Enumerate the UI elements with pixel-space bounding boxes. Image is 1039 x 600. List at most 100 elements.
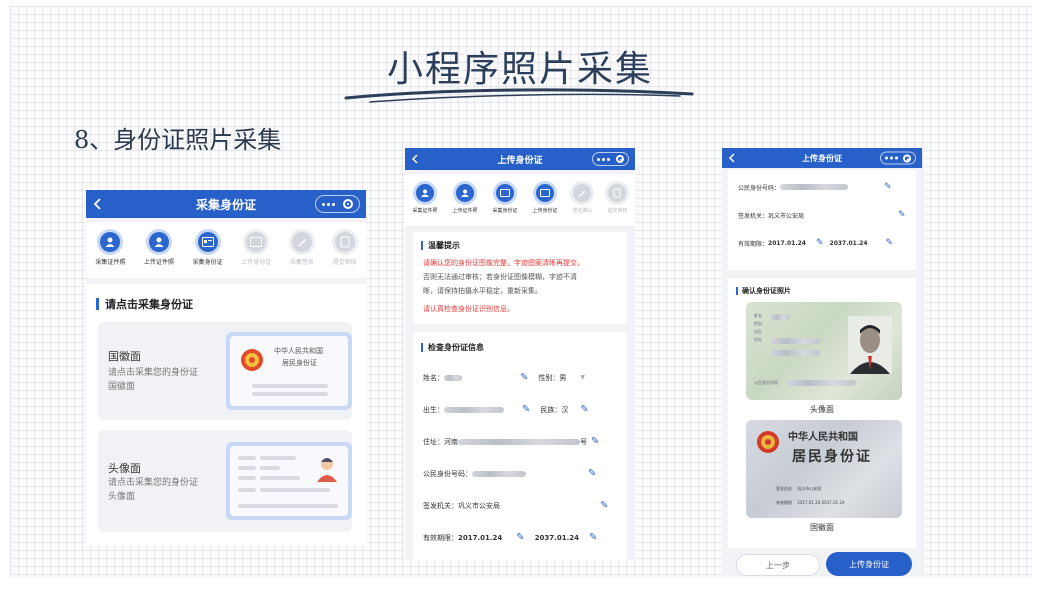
- back-type-text: 居民身份证: [792, 449, 872, 465]
- collect-section-card: 请点击采集身份证 国徽面 请点击采集您的身份证 国徽面 中华人民共和国 居民身份…: [86, 284, 366, 546]
- step-item: 提交审核: [607, 184, 628, 214]
- edit-icon[interactable]: ✎: [520, 372, 528, 383]
- back-caption: 国徽面: [810, 523, 834, 532]
- step-label: 上传证件照: [452, 208, 478, 214]
- progress-steps-card: 采集证件照 上传证件照 采集身份证 上传身份证 签名确认 提交审核: [405, 174, 635, 226]
- step-label: 提交审核: [332, 259, 357, 266]
- field-row-birth: 出生： ✎ 民族： 汉 ✎: [413, 404, 627, 415]
- edit-icon[interactable]: ✎: [884, 182, 892, 192]
- user-upload-icon: [455, 184, 474, 202]
- upload-emblem-card[interactable]: 国徽面 请点击采集您的身份证 国徽面 中华人民共和国 居民身份证: [98, 322, 352, 420]
- back-authority-row: 签发机关 巩义市公安局: [776, 486, 821, 492]
- nav-bar: 上传身份证: [405, 148, 635, 170]
- card-subtitle-line: 请点击采集您的身份证: [108, 368, 199, 378]
- close-target-icon: [343, 199, 353, 209]
- back-validity-value: 2017.01.24-2037.01.24: [797, 500, 845, 505]
- confirm-photos-card: 确认身份证照片 姓名 性别 出生 住址 公民身份号码 头像面 中华人民共和国 居…: [728, 278, 916, 548]
- menu-capsule[interactable]: [592, 152, 629, 166]
- front-label-name: 姓名: [754, 313, 762, 318]
- edit-icon[interactable]: ✎: [516, 532, 524, 543]
- step-label: 上传身份证: [532, 208, 558, 214]
- placeholder-line: [252, 384, 328, 388]
- phone-screen-upload-id: 上传身份证 采集证件照 上传证件照 采集身份证 上传身份证 签名确认 提交审核 …: [405, 148, 635, 560]
- back-button[interactable]: [92, 190, 102, 218]
- validity-label: 有效期限：: [423, 533, 458, 542]
- step-item: 采集证件照: [412, 184, 438, 214]
- placeholder-line: [252, 392, 328, 396]
- chevron-left-icon: [411, 154, 418, 164]
- step-label: 采集证件照: [95, 259, 126, 266]
- step-item: 采集身份证: [492, 184, 518, 214]
- back-validity-label: 有效期限: [776, 500, 792, 505]
- tips-title: 温馨提示: [421, 240, 460, 251]
- close-target-icon: [903, 154, 911, 162]
- address-end: 号: [580, 437, 587, 446]
- edit-icon[interactable]: ✎: [591, 436, 599, 447]
- edit-icon[interactable]: ✎: [816, 238, 824, 248]
- step-item: 上传证件照: [452, 184, 478, 214]
- confirm-title: 确认身份证照片: [736, 286, 791, 296]
- card-subtitle-line: 国徽面: [108, 382, 136, 392]
- menu-capsule[interactable]: [880, 151, 916, 165]
- more-icon: [597, 157, 610, 161]
- chevron-left-icon: [93, 198, 101, 210]
- edit-icon[interactable]: ✎: [589, 532, 597, 543]
- name-label: 姓名：: [423, 373, 444, 382]
- section-title: 请点击采集身份证: [96, 296, 193, 312]
- front-label-idnum: 公民身份号码: [754, 380, 778, 385]
- pen-icon: [573, 184, 592, 202]
- blurred-value: [444, 406, 504, 413]
- edit-icon[interactable]: ✎: [898, 210, 906, 220]
- edit-icon[interactable]: ✎: [600, 500, 608, 511]
- edit-icon[interactable]: ✎: [588, 468, 596, 479]
- prev-step-button[interactable]: 上一步: [736, 554, 820, 576]
- field-row-validity: 有效期限： 2017.01.24 ✎ 2037.01.24 ✎: [728, 238, 916, 248]
- edit-icon[interactable]: ✎: [886, 238, 894, 248]
- emblem-side-placeholder: 中华人民共和国 居民身份证: [226, 332, 352, 410]
- authority-value: 巩义市公安局: [768, 212, 805, 220]
- tips-line: 晰，请保持拍摄水平稳定，重新采集。: [423, 287, 542, 295]
- id-card-icon: [197, 232, 218, 252]
- document-icon: [608, 184, 627, 202]
- tips-check-line: 请认真检查身份证识别信息。: [423, 305, 514, 313]
- edit-icon[interactable]: ✎: [580, 404, 588, 415]
- section-bar: [421, 343, 423, 352]
- national-emblem-icon: [757, 431, 779, 453]
- step-label: 采集签名: [289, 259, 314, 266]
- back-button[interactable]: [411, 148, 419, 170]
- address-value: 河南: [444, 437, 458, 446]
- id-upload-icon: [246, 232, 267, 252]
- step-label: 提交审核: [607, 208, 628, 214]
- placeholder-line: [238, 466, 256, 470]
- menu-capsule[interactable]: [315, 195, 360, 213]
- tips-title-text: 温馨提示: [428, 241, 460, 250]
- nav-bar: 采集身份证: [86, 190, 366, 218]
- nav-title: 上传身份证: [497, 155, 543, 166]
- step-label: 采集证件照: [412, 208, 438, 214]
- nav-title: 上传身份证: [802, 153, 842, 163]
- idnum-label: 公民身份号码：: [423, 469, 472, 478]
- blurred-value: [786, 380, 856, 386]
- back-authority-label: 签发机关: [776, 486, 792, 491]
- back-button[interactable]: [728, 148, 736, 168]
- blurred-value: [770, 314, 790, 320]
- chevron-left-icon: [728, 153, 735, 163]
- blurred-value: [780, 184, 849, 190]
- placeholder-line: [238, 456, 256, 460]
- placeholder-line: [238, 488, 256, 492]
- upload-id-button[interactable]: 上传身份证: [826, 552, 912, 576]
- upload-portrait-card[interactable]: 头像面 请点击采集您的身份证 头像面: [98, 430, 352, 532]
- step-label: 签名确认: [572, 208, 593, 214]
- card-subtitle: 请点击采集您的身份证 国徽面: [108, 366, 198, 394]
- field-row-authority: 签发机关： 巩义市公安局 ✎: [413, 500, 627, 511]
- field-row-name: 姓名： ✎ 性别： 男 ▼: [413, 372, 627, 383]
- field-row-address: 住址： 河南 号 ✎: [413, 436, 627, 447]
- section-bar: [421, 241, 423, 250]
- ethnic-label: 民族：: [540, 405, 562, 414]
- edit-icon[interactable]: ✎: [522, 404, 530, 415]
- step-signature: 采集签名: [290, 232, 314, 266]
- gender-label: 性别：: [538, 373, 560, 382]
- dropdown-caret-icon[interactable]: ▼: [580, 374, 585, 381]
- idnum-label: 公民身份号码：: [738, 184, 781, 192]
- front-label-address: 住址: [754, 337, 762, 342]
